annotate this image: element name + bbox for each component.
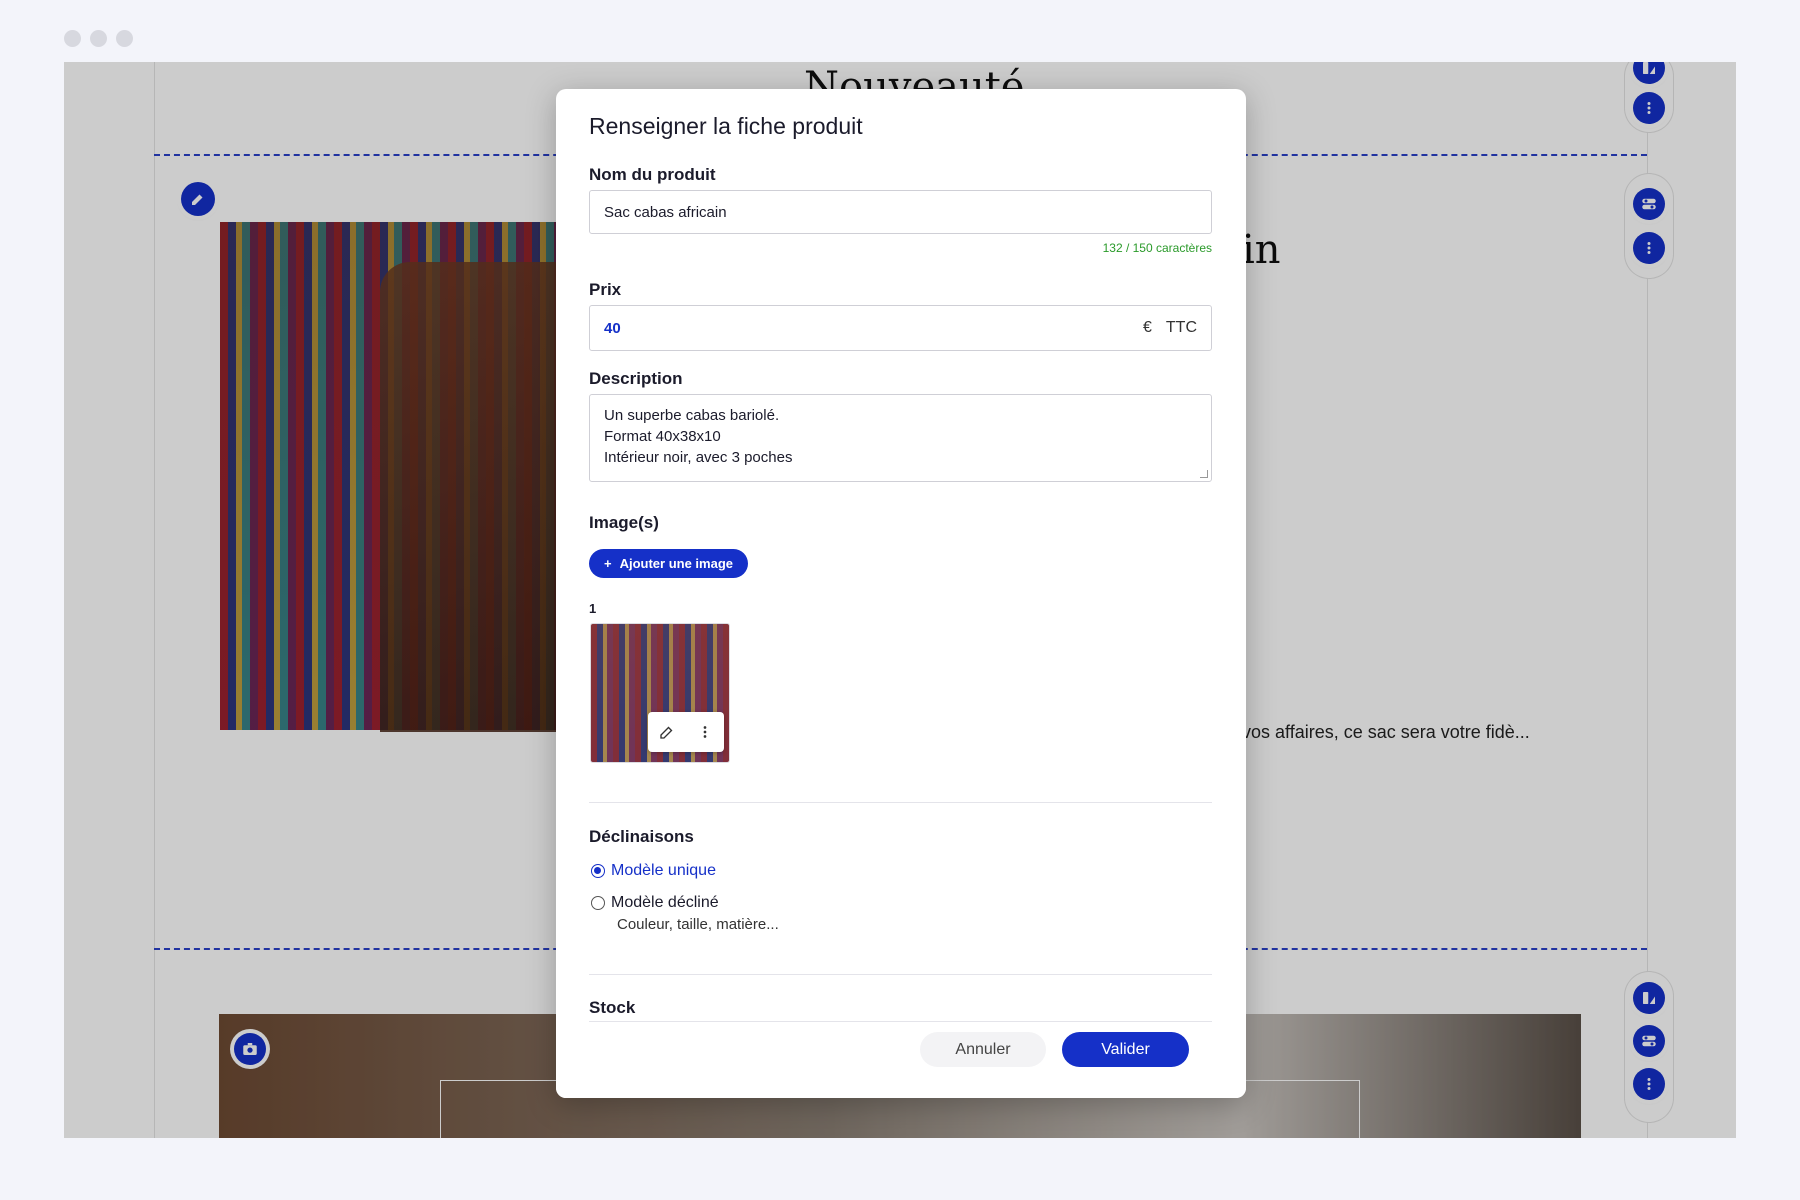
kebab-icon[interactable] (696, 723, 714, 741)
price-label: Prix (589, 280, 622, 299)
currency-symbol: € (1142, 319, 1152, 336)
variant-option-single[interactable]: Modèle unique (591, 862, 716, 880)
stock-label: Stock (589, 998, 636, 1017)
variants-label: Déclinaisons (589, 827, 694, 846)
radio-unselected-icon[interactable] (591, 896, 605, 910)
variant-option-multiple[interactable]: Modèle décliné (591, 894, 719, 912)
window-dot[interactable] (90, 30, 107, 47)
variant-option-label: Modèle unique (611, 862, 716, 879)
price-input[interactable]: 40 € TTC (589, 305, 1212, 351)
variant-option-label: Modèle décliné (611, 894, 719, 911)
section-separator (589, 1021, 1212, 1022)
description-label: Description (589, 369, 683, 388)
window-dot[interactable] (116, 30, 133, 47)
price-value: 40 (604, 319, 621, 337)
add-image-button[interactable]: + Ajouter une image (589, 549, 749, 578)
image-index: 1 (589, 601, 597, 616)
images-label: Image(s) (589, 513, 659, 532)
thumbnail-toolbar (648, 712, 724, 752)
description-line: Un superbe cabas bariolé. (604, 407, 780, 424)
window-dot[interactable] (64, 30, 81, 47)
add-image-label: Ajouter une image (619, 556, 734, 571)
radio-selected-icon[interactable] (591, 864, 605, 878)
confirm-button[interactable]: Valider (1062, 1032, 1189, 1067)
product-name-value: Sac cabas africain (604, 203, 727, 221)
pencil-icon[interactable] (658, 723, 676, 741)
variant-hint: Couleur, taille, matière... (617, 916, 779, 933)
product-form-dialog: Renseigner la fiche produit Nom du produ… (556, 89, 1246, 1098)
plus-icon: + (604, 556, 612, 571)
product-image-thumbnail[interactable] (590, 623, 730, 763)
section-separator (589, 802, 1212, 803)
description-line: Intérieur noir, avec 3 poches (604, 449, 793, 466)
product-name-label: Nom du produit (589, 165, 716, 184)
description-line: Format 40x38x10 (604, 428, 721, 445)
window-controls (64, 30, 133, 47)
dialog-title: Renseigner la fiche produit (589, 113, 863, 139)
tax-mode: TTC (1165, 319, 1197, 336)
character-counter: 132 / 150 caractères (1102, 241, 1212, 255)
cancel-button[interactable]: Annuler (920, 1032, 1046, 1067)
description-textarea[interactable]: Un superbe cabas bariolé. Format 40x38x1… (589, 394, 1212, 482)
section-separator (589, 974, 1212, 975)
resize-handle[interactable] (1200, 470, 1208, 478)
product-name-input[interactable]: Sac cabas africain (589, 190, 1212, 234)
